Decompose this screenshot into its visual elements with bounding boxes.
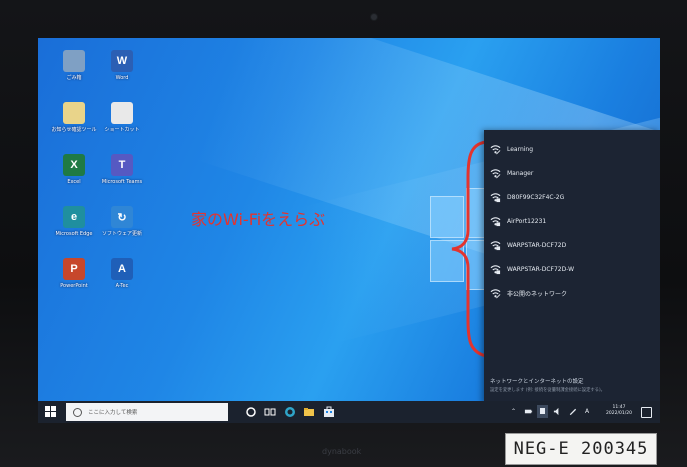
wifi-signal-icon xyxy=(490,264,501,274)
desktop-icon[interactable]: T Microsoft Teams xyxy=(92,154,152,185)
desktop-icon-label: A-Tec xyxy=(115,283,129,289)
wifi-network-panel: Learning Manager D80F99C32F4C-2G AirPort122… xyxy=(484,130,660,404)
edge-taskbar-icon[interactable] xyxy=(284,406,296,418)
annotation-text: 家のWi-Fiをえらぶ xyxy=(191,210,326,229)
wifi-network-name: AirPort12231 xyxy=(507,217,547,225)
wifi-signal-icon xyxy=(490,240,501,250)
folder-icon xyxy=(63,102,85,124)
volume-icon[interactable] xyxy=(553,407,562,416)
update-icon: ↻ xyxy=(111,206,133,228)
wifi-network-name: Learning xyxy=(507,145,534,153)
store-icon[interactable] xyxy=(323,406,335,418)
desktop-icon-label: ショートカット xyxy=(104,127,140,133)
start-button[interactable] xyxy=(45,406,56,417)
wifi-network-item[interactable]: Learning xyxy=(490,140,533,158)
document-icon xyxy=(111,102,133,124)
battery-icon[interactable] xyxy=(524,407,533,416)
desktop-icon[interactable]: ↻ ソフトウェア更新 xyxy=(92,206,152,237)
wifi-network-name: D80F99C32F4C-2G xyxy=(507,193,565,201)
powerpoint-icon: P xyxy=(63,258,85,280)
search-placeholder: ここに入力して検索 xyxy=(88,410,138,416)
tray-overflow-icon[interactable]: ⌃ xyxy=(511,408,516,415)
taskbar-clock[interactable]: 11:47 2022/01/20 xyxy=(606,405,632,417)
wifi-signal-icon xyxy=(490,192,501,202)
wifi-network-item[interactable]: WARPSTAR-DCF72D xyxy=(490,236,566,254)
excel-icon: X xyxy=(63,154,85,176)
recycle-bin-icon xyxy=(63,50,85,72)
wifi-network-name: 非公開のネットワーク xyxy=(507,290,568,298)
desktop-icon-label: Word xyxy=(115,75,129,81)
file-explorer-icon[interactable] xyxy=(303,406,315,418)
wifi-signal-icon xyxy=(490,168,501,178)
ime-indicator[interactable]: A xyxy=(585,408,589,415)
taskbar: ここに入力して検索 ⌃ A 11:47 2022/01/20 xyxy=(38,401,660,423)
desktop-icon[interactable]: ショートカット xyxy=(92,102,152,133)
wifi-network-item[interactable]: D80F99C32F4C-2G xyxy=(490,188,564,206)
wifi-network-item[interactable]: Manager xyxy=(490,164,533,182)
laptop-brand-logo: dynabook xyxy=(322,447,362,456)
clock-date: 2022/01/20 xyxy=(606,411,632,416)
desktop-screen: ごみ箱 W Word お知らせ確認ツール ショートカット X Excel T Microsoft… xyxy=(38,38,660,423)
desktop-icon-label: Microsoft Teams xyxy=(101,179,143,185)
network-settings-link[interactable]: ネットワークとインターネットの設定 xyxy=(490,377,584,385)
webcam xyxy=(371,14,377,20)
wifi-signal-icon xyxy=(490,216,501,226)
taskbar-search-box[interactable]: ここに入力して検索 xyxy=(66,403,228,421)
word-icon: W xyxy=(111,50,133,72)
wifi-signal-icon xyxy=(490,144,501,154)
cortana-icon[interactable] xyxy=(245,406,257,418)
asset-tag-sticker: NEG-E 200345 xyxy=(505,433,657,465)
wifi-signal-icon xyxy=(490,288,501,298)
wifi-network-name: WARPSTAR-DCF72D-W xyxy=(507,265,575,273)
app-icon: A xyxy=(111,258,133,280)
teams-icon: T xyxy=(111,154,133,176)
wifi-network-item[interactable]: 非公開のネットワーク xyxy=(490,284,567,302)
wifi-network-name: Manager xyxy=(507,169,534,177)
search-icon xyxy=(73,407,82,417)
task-view-icon[interactable] xyxy=(264,406,276,418)
desktop-icon[interactable]: A A-Tec xyxy=(92,258,152,289)
wifi-network-name: WARPSTAR-DCF72D xyxy=(507,241,567,249)
desktop-icon-label: ソフトウェア更新 xyxy=(101,231,142,237)
wifi-network-item[interactable]: WARPSTAR-DCF72D-W xyxy=(490,260,574,278)
network-tray-icon[interactable] xyxy=(537,405,548,418)
edge-icon: e xyxy=(63,206,85,228)
wifi-network-item[interactable]: AirPort12231 xyxy=(490,212,546,230)
asset-tag-text: NEG-E 200345 xyxy=(513,439,649,459)
desktop-icon[interactable]: W Word xyxy=(92,50,152,81)
pen-icon[interactable] xyxy=(568,407,577,416)
notification-center-icon[interactable] xyxy=(641,407,652,418)
network-settings-description: 設定を変更します (例: 接続を従量制課金接続に設定する)。 xyxy=(490,388,605,393)
